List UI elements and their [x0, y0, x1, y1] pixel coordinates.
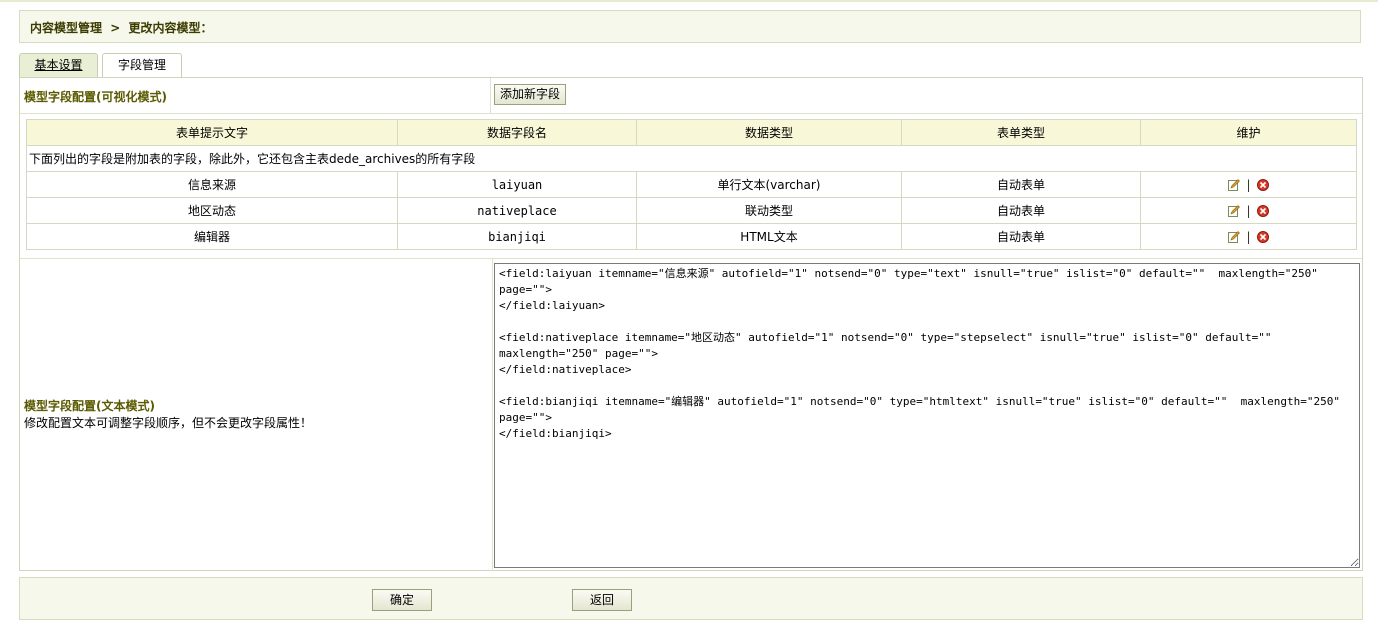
delete-icon[interactable]	[1256, 230, 1269, 243]
row-actions: |	[1140, 223, 1357, 250]
header-field: 数据字段名	[397, 119, 637, 146]
row-formtype: 自动表单	[901, 171, 1141, 198]
row-field: bianjiqi	[397, 223, 637, 250]
add-field-button[interactable]: 添加新字段	[494, 84, 566, 105]
table-header-row: 表单提示文字 数据字段名 数据类型 表单类型 维护	[26, 119, 1357, 146]
row-datatype: 单行文本(varchar)	[636, 171, 902, 198]
row-label: 地区动态	[26, 197, 398, 224]
table-row: 地区动态 nativeplace 联动类型 自动表单 |	[26, 197, 1357, 224]
row-actions: |	[1140, 171, 1357, 198]
edit-icon[interactable]	[1228, 204, 1241, 217]
table-note: 下面列出的字段是附加表的字段，除此外，它还包含主表dede_archives的所…	[26, 145, 1357, 172]
breadcrumb-separator: >	[110, 21, 121, 35]
header-actions: 维护	[1140, 119, 1357, 146]
visual-mode-row: 模型字段配置(可视化模式) 添加新字段	[20, 78, 1362, 114]
text-mode-label: 模型字段配置(文本模式) 修改配置文本可调整字段顺序，但不会更改字段属性！	[24, 398, 312, 432]
back-button[interactable]: 返回	[572, 589, 632, 611]
ok-button[interactable]: 确定	[372, 589, 432, 611]
breadcrumb-current: 更改内容模型：	[128, 21, 213, 35]
action-separator: |	[1246, 203, 1251, 218]
text-mode-row: 模型字段配置(文本模式) 修改配置文本可调整字段顺序，但不会更改字段属性！ <f…	[20, 258, 1362, 571]
row-field: laiyuan	[397, 171, 637, 198]
breadcrumb-parent[interactable]: 内容模型管理	[30, 21, 102, 35]
config-textarea[interactable]: <field:laiyuan itemname="信息来源" autofield…	[494, 263, 1360, 568]
row-formtype: 自动表单	[901, 223, 1141, 250]
row-datatype: HTML文本	[636, 223, 902, 250]
row-formtype: 自动表单	[901, 197, 1141, 224]
row-label: 编辑器	[26, 223, 398, 250]
row-label: 信息来源	[26, 171, 398, 198]
text-mode-title: 模型字段配置(文本模式)	[24, 399, 155, 413]
delete-icon[interactable]	[1256, 178, 1269, 191]
row-field: nativeplace	[397, 197, 637, 224]
visual-mode-title: 模型字段配置(可视化模式)	[24, 90, 167, 104]
tab-basic-settings[interactable]: 基本设置	[19, 53, 98, 77]
row-actions: |	[1140, 197, 1357, 224]
action-separator: |	[1246, 177, 1251, 192]
text-mode-hint: 修改配置文本可调整字段顺序，但不会更改字段属性！	[24, 416, 313, 430]
visual-mode-divider	[490, 78, 491, 113]
text-mode-divider	[492, 259, 493, 571]
header-datatype: 数据类型	[636, 119, 902, 146]
header-label: 表单提示文字	[26, 119, 398, 146]
fields-table: 表单提示文字 数据字段名 数据类型 表单类型 维护 下面列出的字段是附加表的字段…	[26, 119, 1357, 250]
edit-icon[interactable]	[1228, 230, 1241, 243]
top-divider	[0, 0, 1378, 2]
table-row: 信息来源 laiyuan 单行文本(varchar) 自动表单 |	[26, 171, 1357, 198]
action-separator: |	[1246, 229, 1251, 244]
row-datatype: 联动类型	[636, 197, 902, 224]
breadcrumb: 内容模型管理 > 更改内容模型：	[19, 10, 1361, 43]
footer-bar: 确定 返回	[19, 577, 1363, 620]
tab-field-management[interactable]: 字段管理	[102, 53, 182, 77]
table-row: 编辑器 bianjiqi HTML文本 自动表单 |	[26, 223, 1357, 250]
edit-icon[interactable]	[1228, 178, 1241, 191]
delete-icon[interactable]	[1256, 204, 1269, 217]
main-panel: 模型字段配置(可视化模式) 添加新字段 表单提示文字 数据字段名 数据类型 表单…	[19, 77, 1363, 571]
table-note-row: 下面列出的字段是附加表的字段，除此外，它还包含主表dede_archives的所…	[26, 145, 1357, 172]
header-formtype: 表单类型	[901, 119, 1141, 146]
